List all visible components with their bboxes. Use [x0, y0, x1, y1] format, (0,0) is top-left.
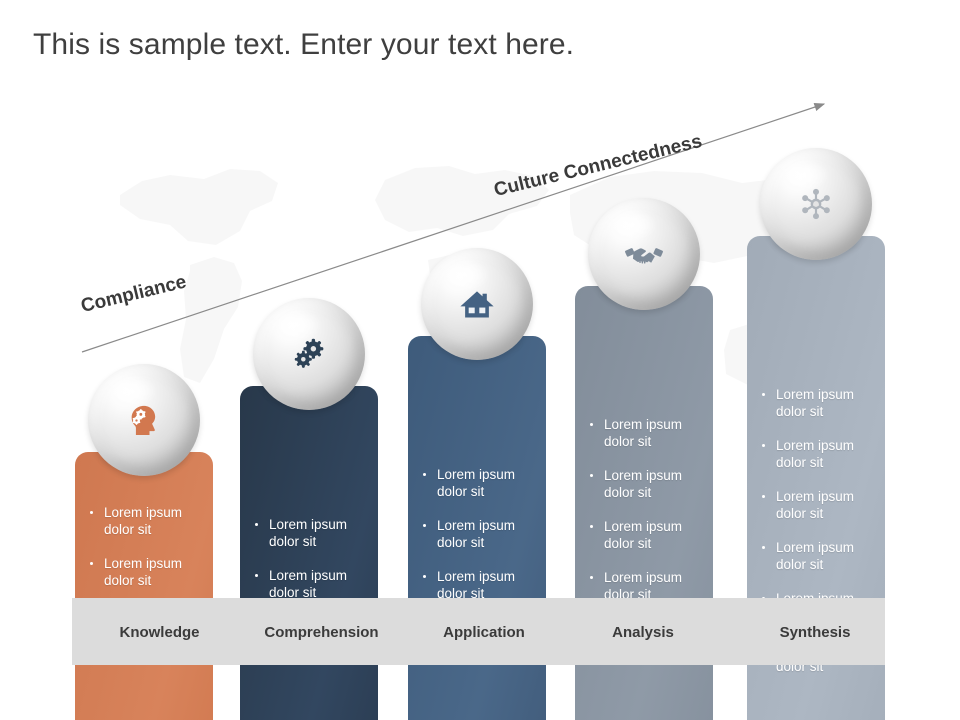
- sphere-synthesis[interactable]: [760, 148, 872, 260]
- list-item: Lorem ipsum dolor sit: [418, 466, 538, 500]
- list-item: Lorem ipsum dolor sit: [585, 416, 705, 450]
- footer-label-analysis[interactable]: Analysis: [568, 624, 718, 641]
- list-item: Lorem ipsum dolor sit: [585, 467, 705, 501]
- bar-knowledge[interactable]: Lorem ipsum dolor sit Lorem ipsum dolor …: [75, 452, 213, 720]
- network-hub-icon: [760, 148, 872, 260]
- bar-comprehension[interactable]: Lorem ipsum dolor sit Lorem ipsum dolor …: [240, 386, 378, 720]
- footer-label-knowledge[interactable]: Knowledge: [77, 624, 242, 641]
- gears-icon: [253, 298, 365, 410]
- list-item: Lorem ipsum dolor sit: [250, 516, 370, 550]
- slide-canvas: This is sample text. Enter your text her…: [0, 0, 960, 720]
- footer-label-application[interactable]: Application: [409, 624, 559, 641]
- house-icon: [421, 248, 533, 360]
- list-item: Lorem ipsum dolor sit: [418, 568, 538, 602]
- list-item: Lorem ipsum dolor sit: [418, 517, 538, 551]
- sphere-analysis[interactable]: [588, 198, 700, 310]
- sphere-comprehension[interactable]: [253, 298, 365, 410]
- list-item: Lorem ipsum dolor sit: [85, 504, 205, 538]
- list-item: Lorem ipsum dolor sit: [585, 518, 705, 552]
- footer-label-synthesis[interactable]: Synthesis: [740, 624, 890, 641]
- bullet-list-knowledge: Lorem ipsum dolor sit Lorem ipsum dolor …: [85, 504, 205, 589]
- list-item: Lorem ipsum dolor sit: [250, 567, 370, 601]
- sphere-application[interactable]: [421, 248, 533, 360]
- handshake-icon: [588, 198, 700, 310]
- list-item: Lorem ipsum dolor sit: [757, 437, 877, 471]
- axis-start-label: Compliance: [78, 271, 189, 318]
- list-item: Lorem ipsum dolor sit: [757, 386, 877, 420]
- list-item: Lorem ipsum dolor sit: [85, 555, 205, 589]
- sphere-knowledge[interactable]: [88, 364, 200, 476]
- axis-end-label: Culture Connectedness: [491, 130, 705, 202]
- list-item: Lorem ipsum dolor sit: [757, 488, 877, 522]
- head-gears-icon: [88, 364, 200, 476]
- page-title: This is sample text. Enter your text her…: [33, 28, 575, 61]
- footer-label-comprehension[interactable]: Comprehension: [229, 624, 414, 641]
- footer-label-bar: Knowledge Comprehension Application Anal…: [72, 598, 885, 665]
- list-item: Lorem ipsum dolor sit: [757, 539, 877, 573]
